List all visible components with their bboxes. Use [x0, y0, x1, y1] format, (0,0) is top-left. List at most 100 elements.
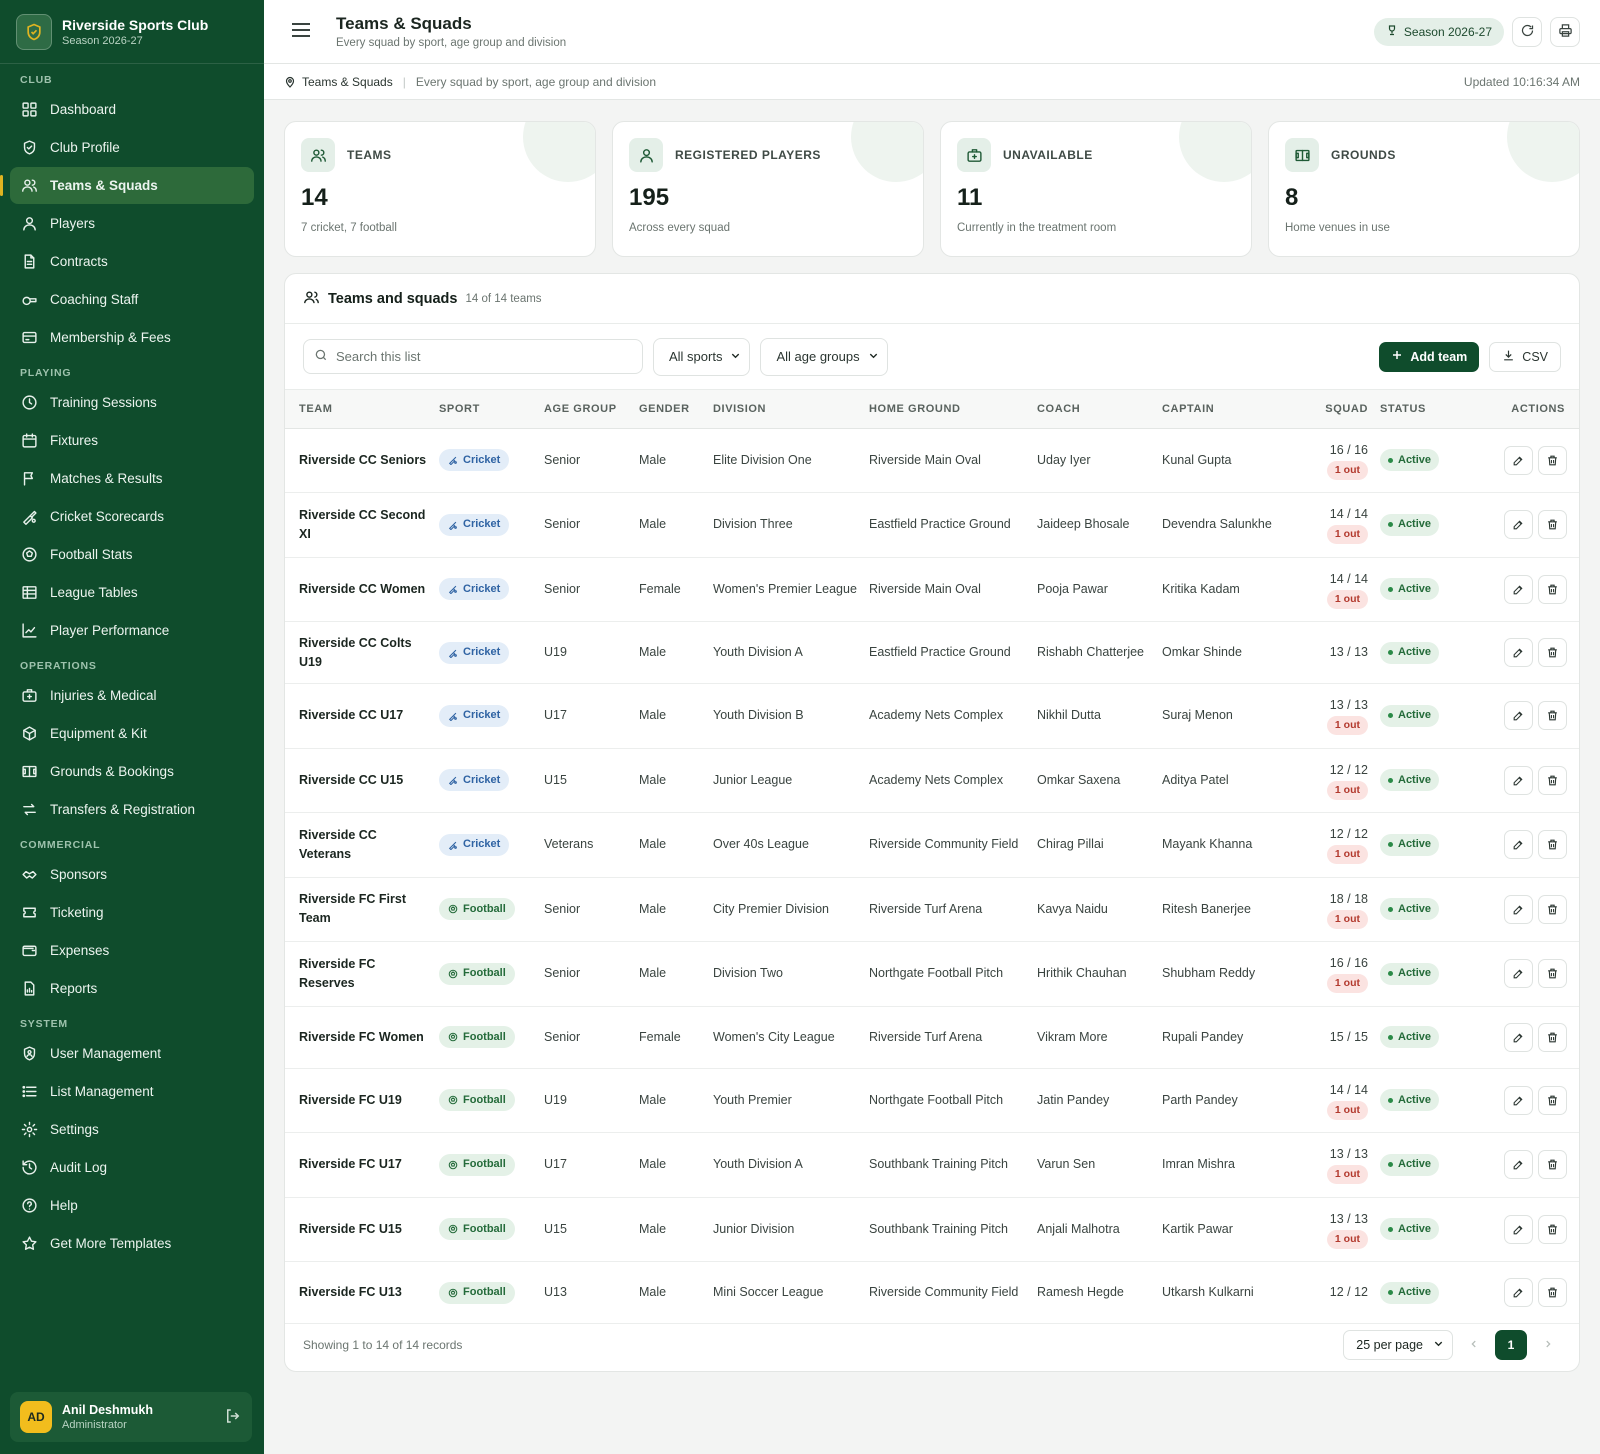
sidebar-item-teams-squads[interactable]: Teams & Squads [0, 167, 254, 204]
sport-filter-select[interactable]: All sports [653, 337, 751, 376]
sidebar-item-fixtures[interactable]: Fixtures [10, 422, 254, 459]
hamburger-menu-icon[interactable] [292, 23, 312, 40]
delete-button[interactable] [1538, 1022, 1567, 1052]
team-name[interactable]: Riverside CC U17 [285, 683, 433, 749]
table-row[interactable]: Riverside CC U15 Cricket U15 Male Junior… [285, 748, 1579, 813]
delete-button[interactable] [1538, 1085, 1567, 1115]
sidebar-item-training-sessions[interactable]: Training Sessions [10, 384, 254, 421]
delete-button[interactable] [1538, 959, 1567, 989]
sidebar-item-membership-fees[interactable]: Membership & Fees [10, 319, 254, 356]
team-name[interactable]: Riverside CC Women [285, 557, 433, 622]
sidebar-item-league-tables[interactable]: League Tables [10, 574, 254, 611]
edit-button[interactable] [1504, 701, 1533, 731]
sidebar-item-cricket-scorecards[interactable]: Cricket Scorecards [10, 498, 254, 535]
delete-button[interactable] [1538, 574, 1567, 604]
sidebar-item-settings[interactable]: Settings [10, 1111, 254, 1148]
table-row[interactable]: Riverside FC U13 Football U13 Male Mini … [285, 1261, 1579, 1324]
sidebar-item-transfers-registration[interactable]: Transfers & Registration [10, 791, 254, 828]
table-row[interactable]: Riverside CC Seniors Cricket Senior Male… [285, 428, 1579, 493]
edit-button[interactable] [1504, 1085, 1533, 1115]
team-name[interactable]: Riverside CC Colts U19 [285, 621, 433, 684]
sidebar-item-equipment-kit[interactable]: Equipment & Kit [10, 715, 254, 752]
breadcrumb-current[interactable]: Teams & Squads [302, 75, 393, 89]
delete-button[interactable] [1538, 1150, 1567, 1180]
delete-button[interactable] [1538, 638, 1567, 667]
sidebar-item-sponsors[interactable]: Sponsors [10, 856, 254, 893]
edit-button[interactable] [1504, 1278, 1533, 1307]
sidebar-item-injuries-medical[interactable]: Injuries & Medical [10, 677, 254, 714]
sidebar-item-expenses[interactable]: Expenses [10, 932, 254, 969]
table-row[interactable]: Riverside FC U19 Football U19 Male Youth… [285, 1068, 1579, 1133]
sidebar-item-grounds-bookings[interactable]: Grounds & Bookings [10, 753, 254, 790]
sidebar-item-club-profile[interactable]: Club Profile [10, 129, 254, 166]
sidebar-item-help[interactable]: Help [10, 1187, 254, 1224]
search-input[interactable]: Search this list [303, 339, 643, 374]
delete-button[interactable] [1538, 1278, 1567, 1307]
print-button[interactable] [1550, 16, 1580, 47]
edit-button[interactable] [1504, 638, 1533, 667]
table-row[interactable]: Riverside CC Veterans Cricket Veterans M… [285, 812, 1579, 878]
team-name[interactable]: Riverside FC U15 [285, 1197, 433, 1262]
team-name[interactable]: Riverside FC Women [285, 1006, 433, 1069]
sidebar-item-dashboard[interactable]: Dashboard [10, 91, 254, 128]
edit-button[interactable] [1504, 445, 1533, 475]
page-number-button[interactable]: 1 [1495, 1330, 1527, 1360]
team-name[interactable]: Riverside CC U15 [285, 748, 433, 813]
sidebar-item-football-stats[interactable]: Football Stats [10, 536, 254, 573]
table-row[interactable]: Riverside FC First Team Football Senior … [285, 877, 1579, 942]
delete-button[interactable] [1538, 445, 1567, 475]
edit-button[interactable] [1504, 574, 1533, 604]
table-row[interactable]: Riverside CC Second XI Cricket Senior Ma… [285, 492, 1579, 558]
csv-export-button[interactable]: CSV [1489, 341, 1561, 372]
sidebar-item-user-management[interactable]: User Management [10, 1035, 254, 1072]
edit-button[interactable] [1504, 1214, 1533, 1244]
refresh-button[interactable] [1512, 16, 1542, 47]
edit-button[interactable] [1504, 894, 1533, 924]
edit-button[interactable] [1504, 510, 1533, 540]
prev-page-button[interactable] [1461, 1330, 1487, 1360]
delete-button[interactable] [1538, 830, 1567, 860]
edit-button[interactable] [1504, 765, 1533, 795]
table-row[interactable]: Riverside FC U15 Football U15 Male Junio… [285, 1197, 1579, 1262]
delete-button[interactable] [1538, 894, 1567, 924]
delete-button[interactable] [1538, 510, 1567, 540]
sidebar-item-contracts[interactable]: Contracts [10, 243, 254, 280]
per-page-select[interactable]: 25 per page [1343, 1330, 1453, 1360]
team-name[interactable]: Riverside CC Veterans [285, 812, 433, 878]
edit-button[interactable] [1504, 959, 1533, 989]
edit-button[interactable] [1504, 830, 1533, 860]
table-row[interactable]: Riverside FC Reserves Football Senior Ma… [285, 941, 1579, 1007]
age-filter-select[interactable]: All age groups [760, 337, 888, 376]
team-name[interactable]: Riverside FC U13 [285, 1261, 433, 1324]
team-name[interactable]: Riverside FC First Team [285, 877, 433, 942]
team-name[interactable]: Riverside CC Second XI [285, 492, 433, 558]
team-name[interactable]: Riverside FC U17 [285, 1132, 433, 1198]
table-row[interactable]: Riverside CC U17 Cricket U17 Male Youth … [285, 683, 1579, 749]
table-row[interactable]: Riverside CC Colts U19 Cricket U19 Male … [285, 621, 1579, 684]
table-row[interactable]: Riverside CC Women Cricket Senior Female… [285, 557, 1579, 622]
user-card[interactable]: AD Anil Deshmukh Administrator [10, 1392, 252, 1442]
delete-button[interactable] [1538, 701, 1567, 731]
team-name[interactable]: Riverside FC U19 [285, 1068, 433, 1133]
sidebar-item-player-performance[interactable]: Player Performance [10, 612, 254, 649]
team-name[interactable]: Riverside CC Seniors [285, 428, 433, 493]
logout-icon[interactable] [224, 1407, 242, 1428]
team-name[interactable]: Riverside FC Reserves [285, 941, 433, 1007]
season-selector[interactable]: Season 2026-27 [1373, 17, 1504, 46]
sidebar-item-players[interactable]: Players [10, 205, 254, 242]
sidebar-item-reports[interactable]: Reports [10, 970, 254, 1007]
table-row[interactable]: Riverside FC Women Football Senior Femal… [285, 1006, 1579, 1069]
add-team-button[interactable]: Add team [1379, 341, 1480, 372]
next-page-button[interactable] [1535, 1330, 1561, 1360]
edit-button[interactable] [1504, 1150, 1533, 1180]
delete-button[interactable] [1538, 1214, 1567, 1244]
sidebar-item-ticketing[interactable]: Ticketing [10, 894, 254, 931]
edit-button[interactable] [1504, 1022, 1533, 1052]
sidebar-item-get-more-templates[interactable]: Get More Templates [10, 1225, 254, 1262]
sidebar-item-coaching-staff[interactable]: Coaching Staff [10, 281, 254, 318]
delete-button[interactable] [1538, 765, 1567, 795]
sidebar-item-matches-results[interactable]: Matches & Results [10, 460, 254, 497]
sidebar-item-list-management[interactable]: List Management [10, 1073, 254, 1110]
sidebar-item-audit-log[interactable]: Audit Log [10, 1149, 254, 1186]
table-row[interactable]: Riverside FC U17 Football U17 Male Youth… [285, 1132, 1579, 1198]
